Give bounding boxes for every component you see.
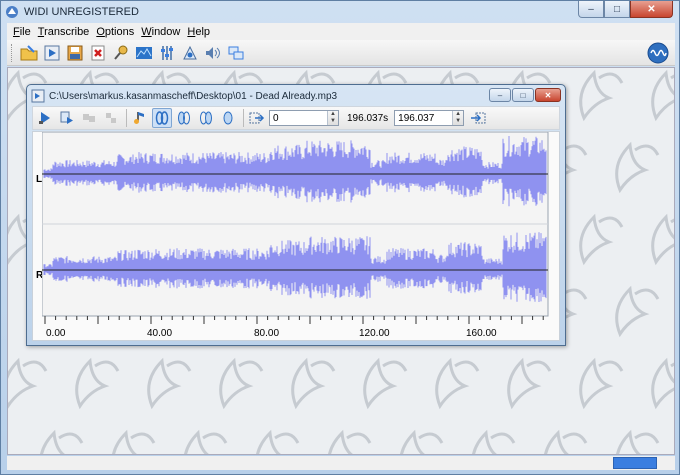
watermark-icon <box>651 357 674 410</box>
menu-options[interactable]: Options <box>94 26 139 38</box>
app-logo-icon <box>6 6 18 18</box>
watermark-icon <box>8 357 48 409</box>
start-time-value: 0 <box>273 112 279 124</box>
watermark-icon <box>616 429 660 454</box>
loop-icon[interactable] <box>79 108 99 128</box>
watermark-icon <box>363 357 408 410</box>
maximize-button[interactable]: □ <box>604 1 630 18</box>
close-file-icon[interactable] <box>87 42 109 64</box>
start-time-field[interactable]: 0 ▲ ▼ <box>269 110 339 126</box>
watermark-icon <box>507 357 552 410</box>
watermark-icon <box>615 285 660 338</box>
watermark-icon <box>256 429 300 454</box>
watermark-icon <box>579 69 624 122</box>
microphone-icon[interactable] <box>110 42 132 64</box>
minimize-button[interactable]: – <box>578 1 604 18</box>
window-controls: – □ ✕ <box>578 1 673 18</box>
watermark-icon <box>615 141 660 194</box>
tile-windows-icon[interactable] <box>225 42 247 64</box>
watermark-icon <box>579 357 624 410</box>
stereo-view-icon[interactable] <box>152 108 172 128</box>
watermark-icon <box>219 357 264 410</box>
menu-help[interactable]: Help <box>185 26 215 38</box>
watermark-icon <box>75 357 120 410</box>
toolbar-separator <box>126 109 127 127</box>
watermark-icon <box>651 213 674 266</box>
mono-view-icon[interactable] <box>218 108 238 128</box>
widisoft-logo-icon <box>647 42 669 64</box>
watermark-icon <box>328 429 372 454</box>
open-folder-icon[interactable] <box>18 42 40 64</box>
waveform-graph[interactable] <box>42 132 556 340</box>
watermark-icon <box>544 429 588 454</box>
save-icon[interactable] <box>64 42 86 64</box>
time-tick-label: 80.00 <box>254 328 280 339</box>
menu-transcribe[interactable]: Transcribe <box>36 26 95 38</box>
watermark-icon <box>291 357 336 410</box>
audio-file-window: C:\Users\markus.kasanmascheff\Desktop\01… <box>26 84 566 346</box>
child-window-controls: – □ ✕ <box>488 88 561 102</box>
waveform-toolbar: 0 ▲ ▼ 196.037s 196.037 ▲ ▼ <box>32 106 560 130</box>
watermark-icon <box>400 429 444 454</box>
watermark-icon <box>147 357 192 410</box>
waveform-display[interactable]: L R 0.00 40.00 80.00 120.00 160.00 <box>32 131 560 341</box>
duration-label: 196.037s <box>347 112 389 124</box>
child-minimize-button[interactable]: – <box>489 88 511 102</box>
time-tick-label: 40.00 <box>147 328 173 339</box>
watermark-icon <box>184 429 228 454</box>
watermark-icon <box>672 130 675 200</box>
child-maximize-button[interactable]: □ <box>512 88 534 102</box>
end-time-spinner[interactable]: ▲ ▼ <box>452 111 464 125</box>
watermark-icon <box>579 213 624 266</box>
play-icon[interactable] <box>35 108 55 128</box>
spectrum-icon[interactable] <box>133 42 155 64</box>
watermark-icon <box>651 69 674 122</box>
child-window-title: C:\Users\markus.kasanmascheff\Desktop\01… <box>49 90 338 102</box>
equalizer-icon[interactable] <box>156 42 178 64</box>
select-from-icon[interactable] <box>247 108 267 128</box>
status-progress <box>613 457 657 469</box>
menu-bar: File Transcribe Options Window Help <box>7 23 675 40</box>
start-time-spinner[interactable]: ▲ ▼ <box>327 111 338 125</box>
close-button[interactable]: ✕ <box>630 1 673 18</box>
watermark-icon <box>40 429 84 454</box>
select-to-icon[interactable] <box>468 108 488 128</box>
watermark-icon <box>672 274 675 344</box>
speaker-icon[interactable] <box>202 42 224 64</box>
audio-file-icon <box>31 89 45 103</box>
status-bar <box>7 456 675 470</box>
recognize-icon[interactable] <box>179 42 201 64</box>
music-note-icon[interactable] <box>130 108 150 128</box>
right-channel-icon[interactable] <box>196 108 216 128</box>
left-channel-icon[interactable] <box>174 108 194 128</box>
time-tick-label: 120.00 <box>359 328 390 339</box>
open-audio-icon[interactable] <box>41 42 63 64</box>
menu-window[interactable]: Window <box>139 26 185 38</box>
watermark-icon <box>672 418 675 455</box>
end-time-field[interactable]: 196.037 ▲ ▼ <box>394 110 465 126</box>
end-time-value: 196.037 <box>398 112 435 124</box>
child-title-bar[interactable]: C:\Users\markus.kasanmascheff\Desktop\01… <box>31 87 337 105</box>
window-title: WIDI UNREGISTERED <box>24 6 139 18</box>
watermark-icon <box>112 429 156 454</box>
watermark-icon <box>435 357 480 410</box>
menu-file[interactable]: File <box>11 26 36 38</box>
stop-icon[interactable] <box>101 108 121 128</box>
watermark-icon <box>472 429 516 454</box>
time-tick-label: 0.00 <box>46 328 66 339</box>
main-toolbar <box>7 40 675 66</box>
toolbar-separator <box>243 109 244 127</box>
child-close-button[interactable]: ✕ <box>535 88 561 102</box>
time-tick-label: 160.00 <box>466 328 497 339</box>
toolbar-grip[interactable] <box>11 43 14 62</box>
play-selection-icon[interactable] <box>57 108 77 128</box>
